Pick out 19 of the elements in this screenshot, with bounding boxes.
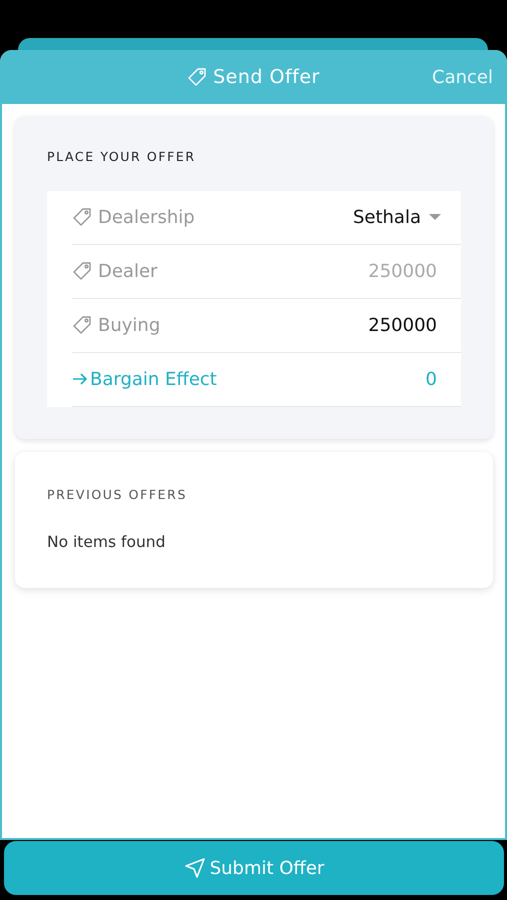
field-label: Dealer xyxy=(98,260,158,284)
tag-icon xyxy=(72,207,92,228)
arrow-icon xyxy=(72,371,88,388)
field-label: Dealership xyxy=(98,206,196,230)
caret-icon xyxy=(429,214,441,220)
field-label: Bargain Effect xyxy=(90,368,218,392)
empty-message: No items found xyxy=(47,532,166,552)
section-heading: PLACE YOUR OFFER xyxy=(47,148,197,166)
tag-icon xyxy=(72,315,92,336)
tag-icon xyxy=(187,67,208,87)
field-value: 0 xyxy=(426,368,437,392)
section-heading: PREVIOUS OFFERS xyxy=(47,486,188,504)
field-value: 250000 xyxy=(368,260,437,284)
tag-icon xyxy=(72,261,92,282)
input-field[interactable]: 250000 xyxy=(368,312,437,339)
dropdown[interactable]: Sethala xyxy=(352,204,421,231)
send-icon xyxy=(184,857,206,879)
header-title: Send Offer xyxy=(213,64,320,90)
field-label: Buying xyxy=(98,314,162,338)
